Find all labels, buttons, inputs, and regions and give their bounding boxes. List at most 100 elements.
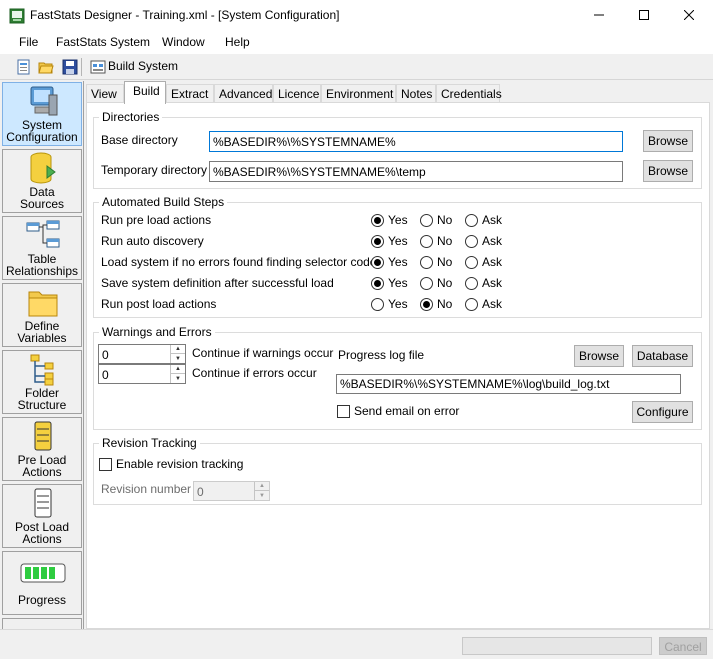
temporary-directory-label: Temporary directory xyxy=(101,163,208,177)
sidebar-label: Post Load Actions xyxy=(14,520,70,546)
tab-licence[interactable]: Licence xyxy=(273,84,321,103)
sidebar-item-pre-load-actions[interactable]: Pre Load Actions xyxy=(2,417,82,481)
folder-icon xyxy=(28,291,58,317)
base-directory-browse-button[interactable]: Browse xyxy=(643,130,693,152)
radio-yes[interactable] xyxy=(371,256,384,269)
radio-yes[interactable] xyxy=(371,277,384,290)
menu-file[interactable]: File xyxy=(19,35,38,49)
radio-label-no: No xyxy=(437,213,453,227)
build-step-label: Run auto discovery xyxy=(101,234,204,248)
tab-notes[interactable]: Notes xyxy=(396,84,436,103)
revision-tracking-title: Revision Tracking xyxy=(99,436,200,450)
radio-ask[interactable] xyxy=(465,235,478,248)
radio-yes[interactable] xyxy=(371,298,384,311)
tab-environment[interactable]: Environment xyxy=(321,84,396,103)
sidebar-item-data-sources[interactable]: Data Sources xyxy=(2,149,82,213)
sidebar: System Configuration Data Sources Table Rel… xyxy=(0,81,84,629)
revision-number-stepper[interactable]: 0 ▲ ▼ xyxy=(193,481,270,501)
menu-faststats-system[interactable]: FastStats System xyxy=(56,35,150,49)
radio-ask[interactable] xyxy=(465,298,478,311)
sidebar-item-post-load-actions[interactable]: Post Load Actions xyxy=(2,484,82,548)
warnings-label: Continue if warnings occur xyxy=(192,346,334,360)
revision-number-label: Revision number xyxy=(101,482,192,496)
sidebar-item-define-variables[interactable]: Define Variables xyxy=(2,283,82,347)
new-icon[interactable] xyxy=(16,59,32,75)
errors-count-value: 0 xyxy=(102,368,109,382)
radio-no[interactable] xyxy=(420,256,433,269)
enable-revision-checkbox[interactable] xyxy=(99,458,112,471)
radio-no[interactable] xyxy=(420,277,433,290)
enable-revision-label: Enable revision tracking xyxy=(116,457,244,471)
stepper-down-icon[interactable]: ▼ xyxy=(171,354,185,363)
radio-label-no: No xyxy=(437,297,453,311)
revision-number-value: 0 xyxy=(197,485,204,499)
configure-button[interactable]: Configure xyxy=(632,401,693,423)
build-steps-title: Automated Build Steps xyxy=(99,195,228,209)
maximize-icon xyxy=(638,10,649,20)
radio-yes[interactable] xyxy=(371,214,384,227)
radio-label-ask: Ask xyxy=(482,234,503,248)
base-directory-input[interactable]: %BASEDIR%\%SYSTEMNAME% xyxy=(209,131,623,152)
radio-label-yes: Yes xyxy=(388,234,408,248)
menu-bar: File FastStats System Window Help xyxy=(0,32,713,54)
database-icon xyxy=(30,152,56,184)
stepper-up-icon[interactable]: ▲ xyxy=(255,482,269,491)
title-bar: FastStats Designer - Training.xml - [Sys… xyxy=(0,0,713,32)
minimize-button[interactable] xyxy=(576,0,621,30)
radio-label-yes: Yes xyxy=(388,297,408,311)
sidebar-item-folder-structure[interactable]: Folder Structure xyxy=(2,350,82,414)
radio-no[interactable] xyxy=(420,298,433,311)
log-path-input[interactable]: %BASEDIR%\%SYSTEMNAME%\log\build_log.txt xyxy=(336,374,681,394)
radio-label-no: No xyxy=(437,234,453,248)
radio-label-ask: Ask xyxy=(482,276,503,290)
log-database-button[interactable]: Database xyxy=(632,345,693,367)
tab-build[interactable]: Build xyxy=(124,81,166,104)
sidebar-label: Progress xyxy=(17,593,67,607)
sidebar-label: Define Variables xyxy=(17,319,67,345)
tab-credentials[interactable]: Credentials xyxy=(436,84,502,103)
radio-no[interactable] xyxy=(420,214,433,227)
stepper-down-icon[interactable]: ▼ xyxy=(255,491,269,500)
errors-count-stepper[interactable]: 0 ▲ ▼ xyxy=(98,364,186,384)
close-icon xyxy=(683,10,694,20)
radio-label-no: No xyxy=(437,276,453,290)
radio-label-ask: Ask xyxy=(482,213,503,227)
progress-log-label: Progress log file xyxy=(338,348,425,362)
temporary-directory-browse-button[interactable]: Browse xyxy=(643,160,693,182)
stepper-buttons: ▲ ▼ xyxy=(254,482,269,500)
radio-ask[interactable] xyxy=(465,277,478,290)
radio-yes[interactable] xyxy=(371,235,384,248)
stepper-up-icon[interactable]: ▲ xyxy=(171,345,185,354)
tab-advanced[interactable]: Advanced xyxy=(214,84,273,103)
toolbar: Build System xyxy=(0,54,713,80)
send-email-checkbox[interactable] xyxy=(337,405,350,418)
maximize-button[interactable] xyxy=(621,0,666,30)
app-icon xyxy=(9,8,25,24)
sidebar-item-progress[interactable]: Progress xyxy=(2,551,82,615)
sidebar-item-system-configuration[interactable]: System Configuration xyxy=(2,82,82,146)
tab-strip: View Build Extract Advanced Licence Envi… xyxy=(84,81,713,104)
sidebar-label: Folder Structure xyxy=(17,386,67,412)
build-icon[interactable] xyxy=(90,59,106,75)
save-icon[interactable] xyxy=(62,59,78,75)
radio-ask[interactable] xyxy=(465,256,478,269)
build-system-button[interactable]: Build System xyxy=(108,59,178,73)
warnings-count-stepper[interactable]: 0 ▲ ▼ xyxy=(98,344,186,364)
stepper-up-icon[interactable]: ▲ xyxy=(171,365,185,374)
cancel-button[interactable]: Cancel xyxy=(659,637,707,655)
minimize-icon xyxy=(593,14,604,16)
errors-label: Continue if errors occur xyxy=(192,366,317,380)
sidebar-item-more[interactable] xyxy=(2,618,82,629)
tab-view[interactable]: View xyxy=(86,84,124,103)
temporary-directory-input[interactable]: %BASEDIR%\%SYSTEMNAME%\temp xyxy=(209,161,623,182)
tab-extract[interactable]: Extract xyxy=(166,84,214,103)
radio-no[interactable] xyxy=(420,235,433,248)
stepper-down-icon[interactable]: ▼ xyxy=(171,374,185,383)
sidebar-item-table-relationships[interactable]: Table Relationships xyxy=(2,216,82,280)
close-button[interactable] xyxy=(666,0,711,30)
open-folder-icon[interactable] xyxy=(38,59,54,75)
menu-window[interactable]: Window xyxy=(162,35,205,49)
log-browse-button[interactable]: Browse xyxy=(574,345,624,367)
menu-help[interactable]: Help xyxy=(225,35,250,49)
radio-ask[interactable] xyxy=(465,214,478,227)
